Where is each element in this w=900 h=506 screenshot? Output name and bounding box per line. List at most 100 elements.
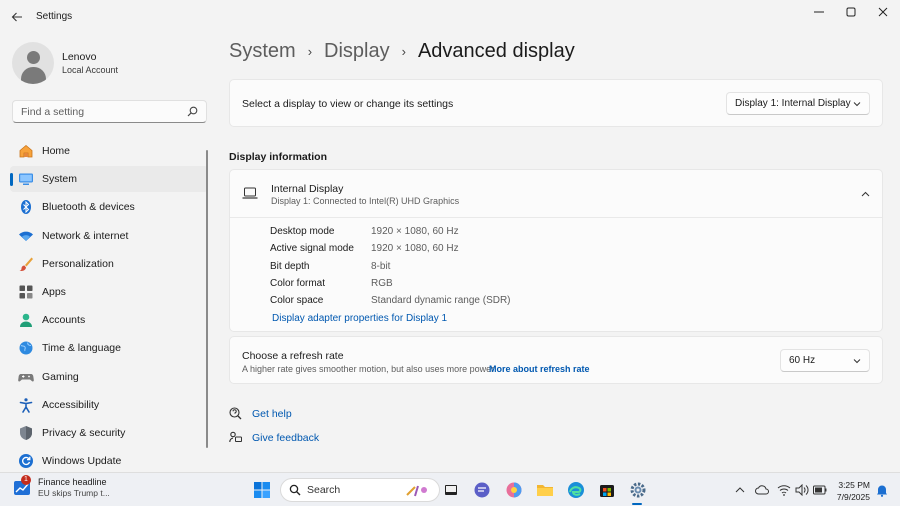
user-profile[interactable]: Lenovo Local Account [12, 41, 118, 85]
sidebar-item-apps[interactable]: Apps [10, 279, 208, 305]
tray-battery[interactable] [810, 480, 830, 500]
display-info-header[interactable]: Internal Display Display 1: Connected to… [230, 170, 882, 218]
accounts-icon [18, 312, 34, 328]
sidebar-item-network[interactable]: Network & internet [10, 223, 208, 249]
sidebar-item-label: Privacy & security [42, 426, 126, 439]
sidebar-scrollbar[interactable] [206, 150, 208, 448]
chevron-down-icon [853, 358, 861, 363]
feedback-icon [229, 431, 242, 443]
search-icon [289, 484, 301, 496]
display-select-value: Display 1: Internal Display [735, 98, 851, 109]
cloud-icon [755, 485, 769, 495]
info-value: 1920 × 1080, 60 Hz [371, 243, 459, 254]
globe-icon [18, 340, 34, 356]
bell-icon [877, 485, 887, 497]
home-icon [18, 143, 34, 159]
more-about-refresh-rate-link[interactable]: More about refresh rate [489, 364, 590, 374]
get-help-link[interactable]: Get help [252, 408, 292, 420]
close-icon [878, 7, 888, 17]
display-select-dropdown[interactable]: Display 1: Internal Display [726, 92, 870, 115]
sidebar-item-label: System [42, 173, 78, 186]
chevron-right-icon: › [401, 44, 406, 59]
select-display-card: Select a display to view or change its s… [229, 79, 883, 127]
chevron-right-icon: › [307, 44, 313, 59]
maximize-button[interactable] [835, 2, 867, 22]
sidebar-item-system[interactable]: System [10, 166, 208, 193]
info-key: Active signal mode [270, 243, 354, 254]
show-hidden-icons-button[interactable] [730, 480, 750, 500]
windows-logo-icon [254, 482, 270, 498]
sidebar-item-time-language[interactable]: Time & language [10, 335, 208, 361]
display-adapter-properties-link[interactable]: Display adapter properties for Display 1 [272, 313, 447, 324]
widget-title: Finance headline [38, 477, 107, 487]
info-key: Desktop mode [270, 226, 335, 237]
info-key: Color space [270, 295, 324, 306]
minimize-button[interactable] [803, 2, 835, 22]
get-help-row[interactable]: Get help [229, 407, 292, 420]
sidebar-item-accessibility[interactable]: Accessibility [10, 392, 208, 418]
taskbar-app-chat[interactable] [472, 480, 492, 500]
select-display-label: Select a display to view or change its s… [242, 98, 454, 110]
notification-badge: 1 [21, 474, 31, 485]
tray-onedrive[interactable] [752, 480, 772, 500]
back-arrow-icon [11, 12, 22, 22]
shield-icon [18, 425, 34, 441]
display-connection: Display 1: Connected to Intel(R) UHD Gra… [271, 196, 460, 206]
taskbar-app-edge[interactable] [566, 480, 586, 500]
gear-icon [630, 482, 646, 498]
tray-network[interactable] [774, 480, 794, 500]
edge-browser-icon [568, 482, 584, 498]
give-feedback-row[interactable]: Give feedback [229, 431, 319, 444]
section-title: Display information [229, 151, 328, 163]
settings-search[interactable] [12, 100, 207, 123]
search-input[interactable] [21, 105, 187, 118]
page-title: Advanced display [417, 40, 575, 62]
sidebar-item-windows-update[interactable]: Windows Update [10, 448, 208, 474]
tray-volume[interactable] [792, 480, 812, 500]
taskbar-search[interactable]: Search [280, 478, 440, 502]
back-button[interactable] [6, 6, 28, 28]
info-key: Bit depth [270, 261, 310, 272]
sidebar-item-bluetooth[interactable]: Bluetooth & devices [10, 194, 208, 220]
breadcrumb-system[interactable]: System [229, 40, 296, 63]
refresh-rate-dropdown[interactable]: 60 Hz [780, 349, 870, 372]
profile-name: Lenovo [62, 51, 97, 63]
chat-icon [474, 482, 490, 498]
active-app-indicator [632, 503, 642, 505]
start-button[interactable] [252, 480, 272, 500]
clock-time: 3:25 PM [838, 480, 870, 490]
wifi-icon [18, 228, 34, 244]
sidebar-item-label: Accessibility [42, 398, 100, 411]
taskbar-app-store[interactable] [597, 480, 617, 500]
folder-icon [537, 485, 553, 496]
taskbar-app-settings[interactable] [628, 480, 648, 500]
taskbar-app-file-explorer[interactable] [535, 480, 555, 500]
widgets-button[interactable]: 1 Finance headline EU skips Trump t... [12, 474, 110, 498]
gamepad-icon [18, 369, 34, 385]
sidebar-item-personalization[interactable]: Personalization [10, 251, 208, 277]
sidebar-nav: Home System Bluetooth & devices Network … [10, 138, 208, 476]
give-feedback-link[interactable]: Give feedback [252, 432, 319, 444]
info-value: 8-bit [371, 261, 391, 272]
accessibility-icon [18, 397, 34, 413]
chevron-up-icon[interactable] [861, 190, 870, 199]
store-icon [600, 485, 614, 497]
maximize-icon [846, 7, 856, 17]
apps-icon [18, 284, 34, 300]
taskbar-app-copilot[interactable] [504, 480, 524, 500]
notifications-button[interactable] [872, 480, 892, 500]
breadcrumb-display[interactable]: Display [324, 40, 390, 63]
battery-icon [813, 485, 827, 495]
sidebar-item-label: Gaming [42, 370, 79, 383]
sidebar-item-label: Accounts [42, 314, 86, 327]
taskbar-clock[interactable]: 3:25 PM 7/9/2025 [837, 479, 870, 503]
sidebar-item-gaming[interactable]: Gaming [10, 364, 208, 390]
wifi-icon [777, 485, 791, 496]
taskbar: 1 Finance headline EU skips Trump t... S… [0, 472, 900, 506]
sidebar-item-label: Bluetooth & devices [42, 201, 135, 214]
close-button[interactable] [867, 2, 899, 22]
sidebar-item-home[interactable]: Home [10, 138, 208, 164]
sidebar-item-privacy-security[interactable]: Privacy & security [10, 420, 208, 446]
sidebar-item-accounts[interactable]: Accounts [10, 307, 208, 333]
taskbar-app-task-view[interactable] [441, 480, 461, 500]
